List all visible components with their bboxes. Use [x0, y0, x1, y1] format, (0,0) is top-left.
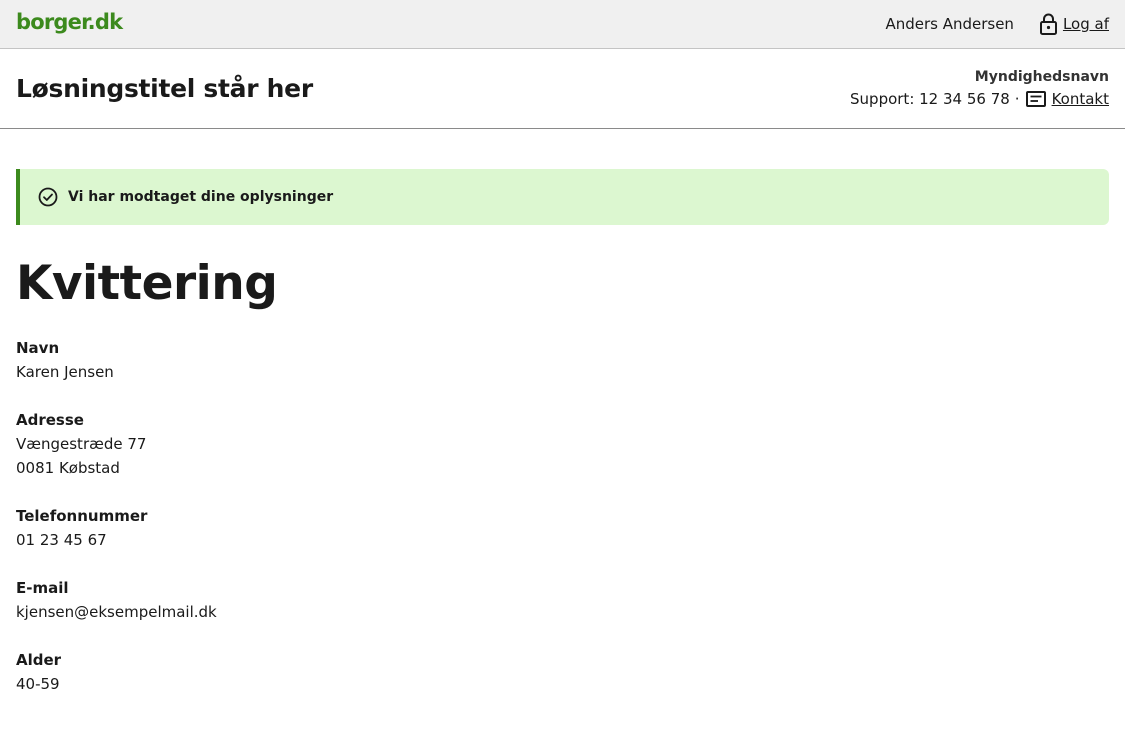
authority-info: Myndighedsnavn Support: 12 34 56 78 · Ko…: [850, 69, 1109, 108]
field-value: Vængestræde 77: [16, 435, 147, 454]
lock-icon: [1039, 13, 1057, 35]
field-label: Adresse: [16, 411, 84, 430]
field-phone: Telefonnummer 01 23 45 67: [16, 504, 1109, 552]
solution-header: Løsningstitel står her Myndighedsnavn Su…: [0, 49, 1125, 129]
authority-name: Myndighedsnavn: [974, 69, 1109, 85]
field-age: Alder 40-59: [16, 648, 1109, 696]
field-label: Telefonnummer: [16, 507, 148, 526]
contact-link[interactable]: Kontakt: [1025, 90, 1109, 108]
field-value: Karen Jensen: [16, 363, 114, 382]
message-icon: [1025, 91, 1046, 107]
receipt-fields: Navn Karen Jensen Adresse Vængestræde 77…: [16, 336, 1109, 696]
borger-dk-logo[interactable]: borger.dk: [16, 10, 123, 34]
field-address: Adresse Vængestræde 77 0081 Købstad: [16, 408, 1109, 480]
field-label: E-mail: [16, 579, 69, 598]
alert-message: Vi har modtaget dine oplysninger: [68, 189, 334, 205]
field-value: kjensen@eksempelmail.dk: [16, 603, 217, 622]
separator: ·: [1014, 90, 1020, 108]
top-bar: borger.dk Anders Andersen Log af: [0, 0, 1125, 49]
contact-label: Kontakt: [1051, 90, 1109, 108]
support-line: Support: 12 34 56 78 · Kontakt: [850, 90, 1109, 108]
main-content: Vi har modtaget dine oplysninger Kvitter…: [0, 129, 1125, 696]
solution-title: Løsningstitel står her: [16, 74, 313, 103]
support-phone: Support: 12 34 56 78: [850, 90, 1010, 108]
page-heading: Kvittering: [16, 256, 278, 311]
field-label: Navn: [16, 339, 60, 358]
field-label: Alder: [16, 651, 62, 670]
success-alert: Vi har modtaget dine oplysninger: [16, 169, 1109, 225]
check-circle-icon: [38, 187, 58, 207]
logout-link[interactable]: Log af: [1039, 13, 1109, 35]
field-value: 01 23 45 67: [16, 531, 107, 550]
field-name: Navn Karen Jensen: [16, 336, 1109, 384]
user-area: Anders Andersen Log af: [885, 13, 1109, 35]
user-name: Anders Andersen: [885, 15, 1014, 33]
field-value: 0081 Købstad: [16, 459, 120, 478]
field-value: 40-59: [16, 675, 60, 694]
logout-label: Log af: [1062, 15, 1109, 33]
field-email: E-mail kjensen@eksempelmail.dk: [16, 576, 1109, 624]
